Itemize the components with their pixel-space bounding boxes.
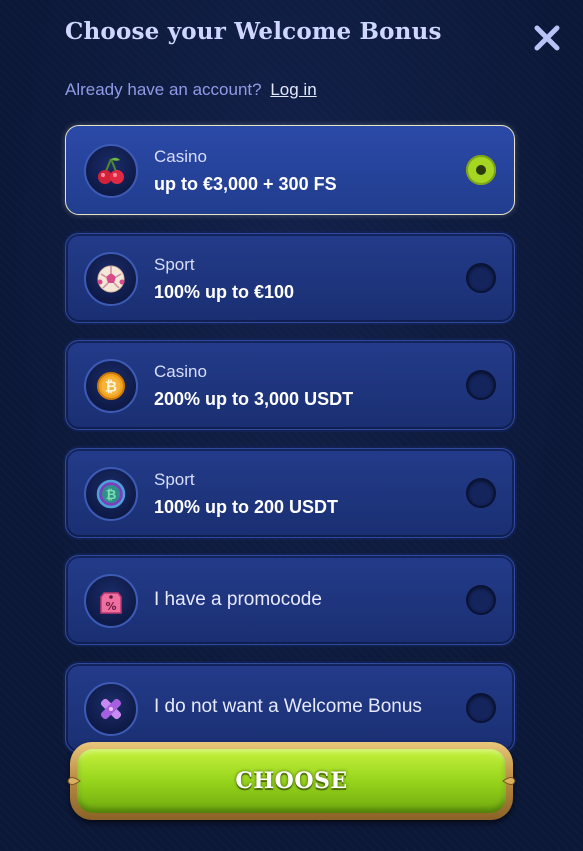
bonus-option-sport-eur[interactable]: Sport 100% up to €100: [65, 232, 515, 323]
page-title: Choose your Welcome Bonus: [65, 18, 442, 45]
svg-text:₿: ₿: [106, 488, 117, 503]
radio-unselected[interactable]: [466, 477, 496, 508]
bitcoin-coin-icon: ₿: [84, 359, 138, 413]
option-category: Sport: [154, 469, 195, 489]
choose-button-label: CHOOSE: [235, 768, 348, 794]
radio-selected[interactable]: [466, 155, 496, 185]
bonus-option-sport-usdt[interactable]: ₿ Sport 100% up to 200 USDT: [65, 447, 515, 538]
option-amount: 100% up to 200 USDT: [154, 496, 339, 517]
svg-text:₿: ₿: [105, 378, 117, 396]
bonus-option-no-bonus[interactable]: I do not want a Welcome Bonus: [65, 662, 515, 753]
svg-text:%: %: [105, 600, 116, 613]
radio-unselected[interactable]: [466, 692, 496, 723]
soccer-ball-icon: [84, 251, 138, 306]
bonus-option-promocode[interactable]: % I have a promocode: [65, 555, 515, 645]
crypto-ball-icon: ₿: [84, 466, 138, 521]
bonus-option-casino-usdt[interactable]: ₿ Casino 200% up to 3,000 USDT: [65, 340, 515, 430]
option-category: Sport: [154, 254, 195, 274]
option-category: Casino: [154, 362, 207, 381]
crossed-bandage-icon: [84, 681, 138, 736]
cherries-icon: [84, 144, 138, 198]
choose-button[interactable]: CHOOSE: [67, 742, 516, 820]
login-prompt-row: Already have an account? Log in: [65, 80, 317, 100]
option-amount: 200% up to 3,000 USDT: [154, 389, 354, 409]
option-amount: up to €3,000 + 300 FS: [154, 174, 337, 194]
login-link[interactable]: Log in: [270, 80, 316, 99]
option-label: I do not want a Welcome Bonus: [154, 696, 422, 717]
login-prompt-text: Already have an account?: [65, 80, 262, 99]
option-label: I have a promocode: [154, 588, 322, 610]
option-category: Casino: [154, 147, 207, 166]
option-amount: 100% up to €100: [154, 281, 295, 302]
close-icon[interactable]: [533, 24, 561, 52]
percent-tag-icon: %: [84, 574, 138, 628]
radio-unselected[interactable]: [466, 370, 496, 400]
bonus-option-casino-eur[interactable]: Casino up to €3,000 + 300 FS: [65, 125, 515, 215]
bonus-options-list: Casino up to €3,000 + 300 FS Sport 100% …: [65, 125, 515, 770]
radio-unselected[interactable]: [466, 262, 496, 293]
radio-unselected[interactable]: [466, 585, 496, 615]
